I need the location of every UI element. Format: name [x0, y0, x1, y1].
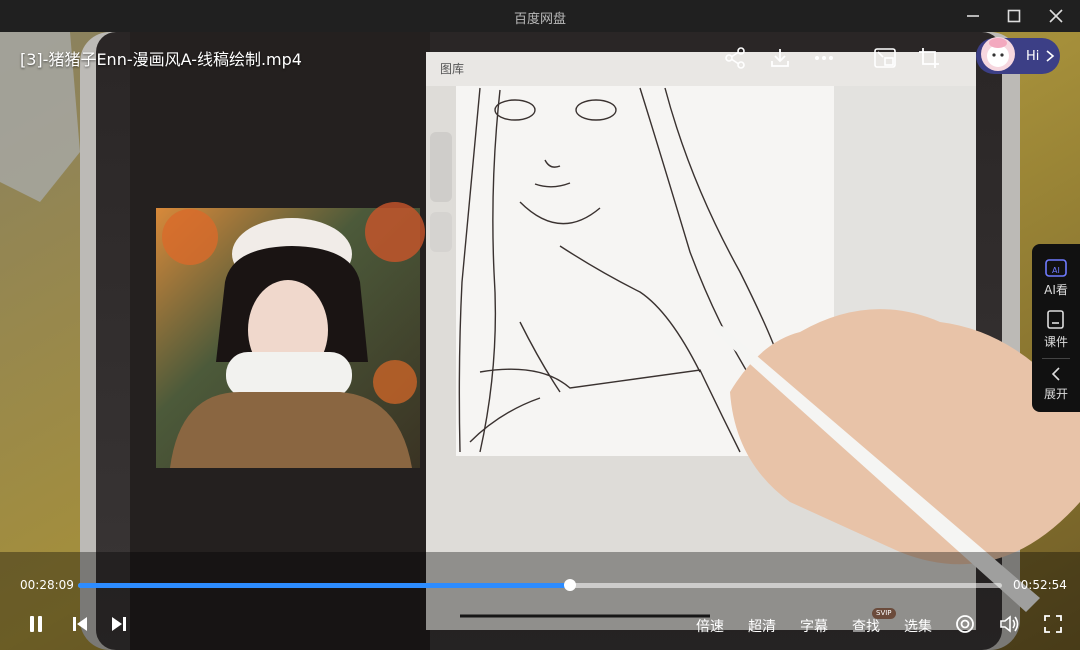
current-time: 00:28:09 — [20, 578, 74, 592]
close-icon — [1049, 9, 1063, 23]
minimize-icon — [967, 15, 979, 17]
maximize-icon — [1007, 9, 1021, 23]
side-panel: AI AI看 课件 展开 — [1032, 244, 1080, 412]
side-label-courseware: 课件 — [1043, 335, 1068, 349]
side-divider — [1042, 358, 1070, 359]
download-button[interactable] — [763, 44, 797, 72]
total-time: 00:52:54 — [1013, 578, 1067, 592]
chevron-right-icon — [1046, 50, 1055, 62]
title-bar: 百度网盘 — [0, 0, 1080, 32]
next-button[interactable] — [107, 610, 131, 638]
pause-button[interactable] — [24, 610, 48, 638]
quality-button[interactable]: 超清 — [748, 616, 776, 636]
minimize-button[interactable] — [958, 4, 988, 28]
settings-icon — [956, 615, 974, 633]
window-title: 百度网盘 — [513, 12, 566, 27]
previous-button[interactable] — [68, 610, 92, 638]
maximize-button[interactable] — [999, 4, 1029, 28]
share-button[interactable] — [718, 44, 752, 72]
volume-icon — [1000, 615, 1019, 633]
download-icon — [771, 49, 789, 67]
more-button[interactable] — [807, 44, 841, 72]
progress-bar[interactable] — [78, 579, 1002, 591]
next-icon — [112, 617, 126, 631]
volume-button[interactable] — [997, 610, 1023, 638]
close-button[interactable] — [1041, 4, 1071, 28]
crop-icon — [919, 48, 939, 68]
previous-icon — [73, 617, 87, 631]
ai-view-icon: AI — [1045, 259, 1067, 277]
assistant-label: Hi — [1026, 48, 1040, 64]
fullscreen-icon — [1044, 615, 1062, 633]
video-title: [3]-猪猪子Enn-漫画风A-线稿绘制.mp4 — [20, 50, 302, 69]
svg-text:AI: AI — [1052, 266, 1060, 275]
pip-icon — [874, 48, 896, 68]
chevron-left-icon — [1051, 367, 1060, 381]
side-label-ai: AI看 — [1044, 283, 1068, 297]
svip-badge: SVIP — [872, 608, 896, 619]
expand-button[interactable]: 展开 — [1032, 366, 1080, 402]
courseware-button[interactable]: 课件 — [1032, 310, 1080, 350]
courseware-icon — [1047, 310, 1064, 329]
speed-button[interactable]: 倍速 — [696, 616, 724, 636]
subtitle-button[interactable]: 字幕 — [800, 616, 828, 636]
assistant-button[interactable]: Hi — [976, 37, 1060, 74]
assistant-avatar-icon — [981, 37, 1015, 71]
episodes-button[interactable]: 选集 — [904, 616, 932, 636]
search-button[interactable]: 查找 — [852, 616, 880, 636]
video-frame — [0, 32, 1080, 650]
video-area[interactable]: [3]-猪猪子Enn-漫画风A-线稿绘制.mp4 图库 Hi AI AI看 课件… — [0, 32, 1080, 650]
settings-button[interactable] — [953, 610, 977, 638]
ai-view-button[interactable]: AI AI看 — [1032, 258, 1080, 298]
player-window: 百度网盘 [3]-猪猪子Enn-漫画风A-线稿绘制.mp4 图库 Hi AI A… — [0, 0, 1080, 650]
picture-in-picture-button[interactable] — [868, 44, 902, 72]
more-icon — [815, 56, 833, 60]
procreate-gallery-label: 图库 — [440, 62, 465, 76]
fullscreen-button[interactable] — [1041, 610, 1065, 638]
progress-fill — [78, 583, 571, 588]
pause-icon — [30, 616, 42, 632]
share-icon — [725, 47, 745, 69]
side-label-expand: 展开 — [1043, 387, 1068, 401]
crop-button[interactable] — [912, 44, 946, 72]
